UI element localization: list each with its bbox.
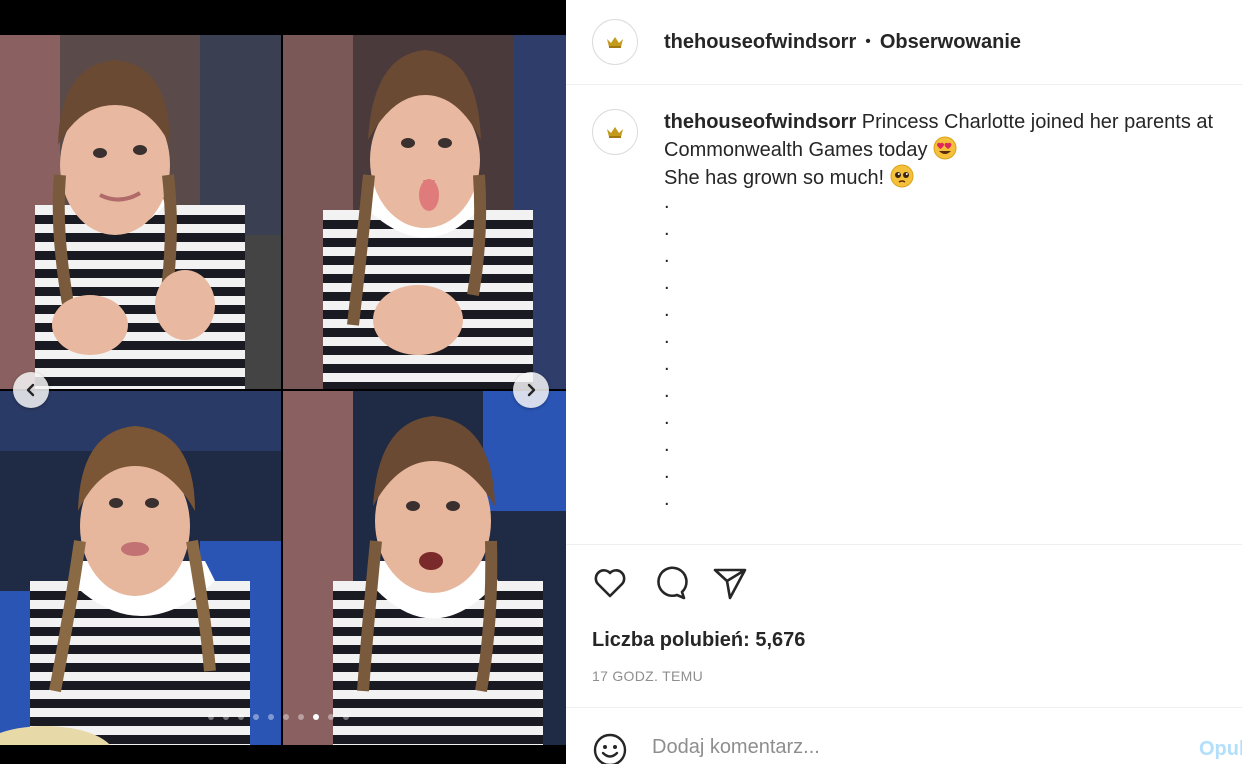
- send-icon[interactable]: [712, 565, 748, 601]
- comment-bubble-icon[interactable]: [652, 565, 688, 601]
- photo-girl-surprised: [283, 391, 566, 745]
- following-button[interactable]: Obserwowanie: [880, 31, 1021, 54]
- caption-dot-lines: ............: [664, 192, 1234, 516]
- pleading-face-emoji-icon: [890, 164, 914, 188]
- post-timestamp[interactable]: 17 GODZ. TEMU: [592, 668, 703, 684]
- media-viewer: [0, 0, 566, 764]
- avatar[interactable]: [592, 19, 638, 65]
- header-username[interactable]: thehouseofwindsorr: [664, 31, 856, 54]
- crown-icon: [607, 127, 623, 138]
- post-comment-button[interactable]: Opublikuj: [1199, 738, 1242, 761]
- caption-avatar[interactable]: [592, 109, 638, 155]
- caption-dot-line: .: [664, 191, 670, 213]
- carousel-indicator: [208, 714, 349, 720]
- carousel-dot: [343, 714, 349, 720]
- post-header: thehouseofwindsorr • Obserwowanie: [566, 0, 1242, 85]
- likes-count[interactable]: Liczba polubień: 5,676: [592, 629, 805, 652]
- carousel-dot: [298, 714, 304, 720]
- carousel-dot: [328, 714, 334, 720]
- photo-collage: [0, 35, 566, 745]
- header-separator: •: [865, 33, 871, 50]
- carousel-dot: [238, 714, 244, 720]
- previous-image-button[interactable]: [13, 372, 49, 408]
- caption-text: thehouseofwindsorr Princess Charlotte jo…: [664, 109, 1234, 516]
- chevron-right-icon: [527, 383, 536, 397]
- caption-dot-line: .: [664, 488, 670, 510]
- caption-dot-line: .: [664, 353, 670, 375]
- caption-line-2: She has grown so much!: [664, 167, 885, 189]
- carousel-dot: [313, 714, 319, 720]
- heart-eyes-emoji-icon: [933, 136, 957, 160]
- comment-bar: Opublikuj: [566, 707, 1242, 764]
- caption-dot-line: .: [664, 272, 670, 294]
- carousel-dot: [223, 714, 229, 720]
- caption-dot-line: .: [664, 245, 670, 267]
- caption-dot-line: .: [664, 434, 670, 456]
- comment-input[interactable]: [652, 736, 1172, 759]
- caption-dot-line: .: [664, 299, 670, 321]
- crown-icon: [607, 37, 623, 48]
- smiley-icon[interactable]: [592, 732, 628, 764]
- photo-girl-tongue: [283, 35, 566, 389]
- carousel-dot: [283, 714, 289, 720]
- comments-section: thehouseofwindsorr Princess Charlotte jo…: [566, 85, 1242, 545]
- post-detail-panel: thehouseofwindsorr • Obserwowanie thehou…: [566, 0, 1242, 764]
- photo-girl-smirk: [0, 35, 281, 389]
- carousel-dot: [268, 714, 274, 720]
- carousel-dot: [208, 714, 214, 720]
- caption-dot-line: .: [664, 407, 670, 429]
- caption-dot-line: .: [664, 218, 670, 240]
- carousel-dot: [253, 714, 259, 720]
- photo-girl-pout: [0, 391, 281, 745]
- caption: thehouseofwindsorr Princess Charlotte jo…: [566, 85, 1242, 516]
- action-bar: [592, 565, 748, 601]
- caption-dot-line: .: [664, 461, 670, 483]
- heart-icon[interactable]: [592, 565, 628, 601]
- chevron-left-icon: [26, 383, 35, 397]
- caption-dot-line: .: [664, 326, 670, 348]
- caption-dot-line: .: [664, 380, 670, 402]
- caption-username[interactable]: thehouseofwindsorr: [664, 111, 856, 133]
- next-image-button[interactable]: [513, 372, 549, 408]
